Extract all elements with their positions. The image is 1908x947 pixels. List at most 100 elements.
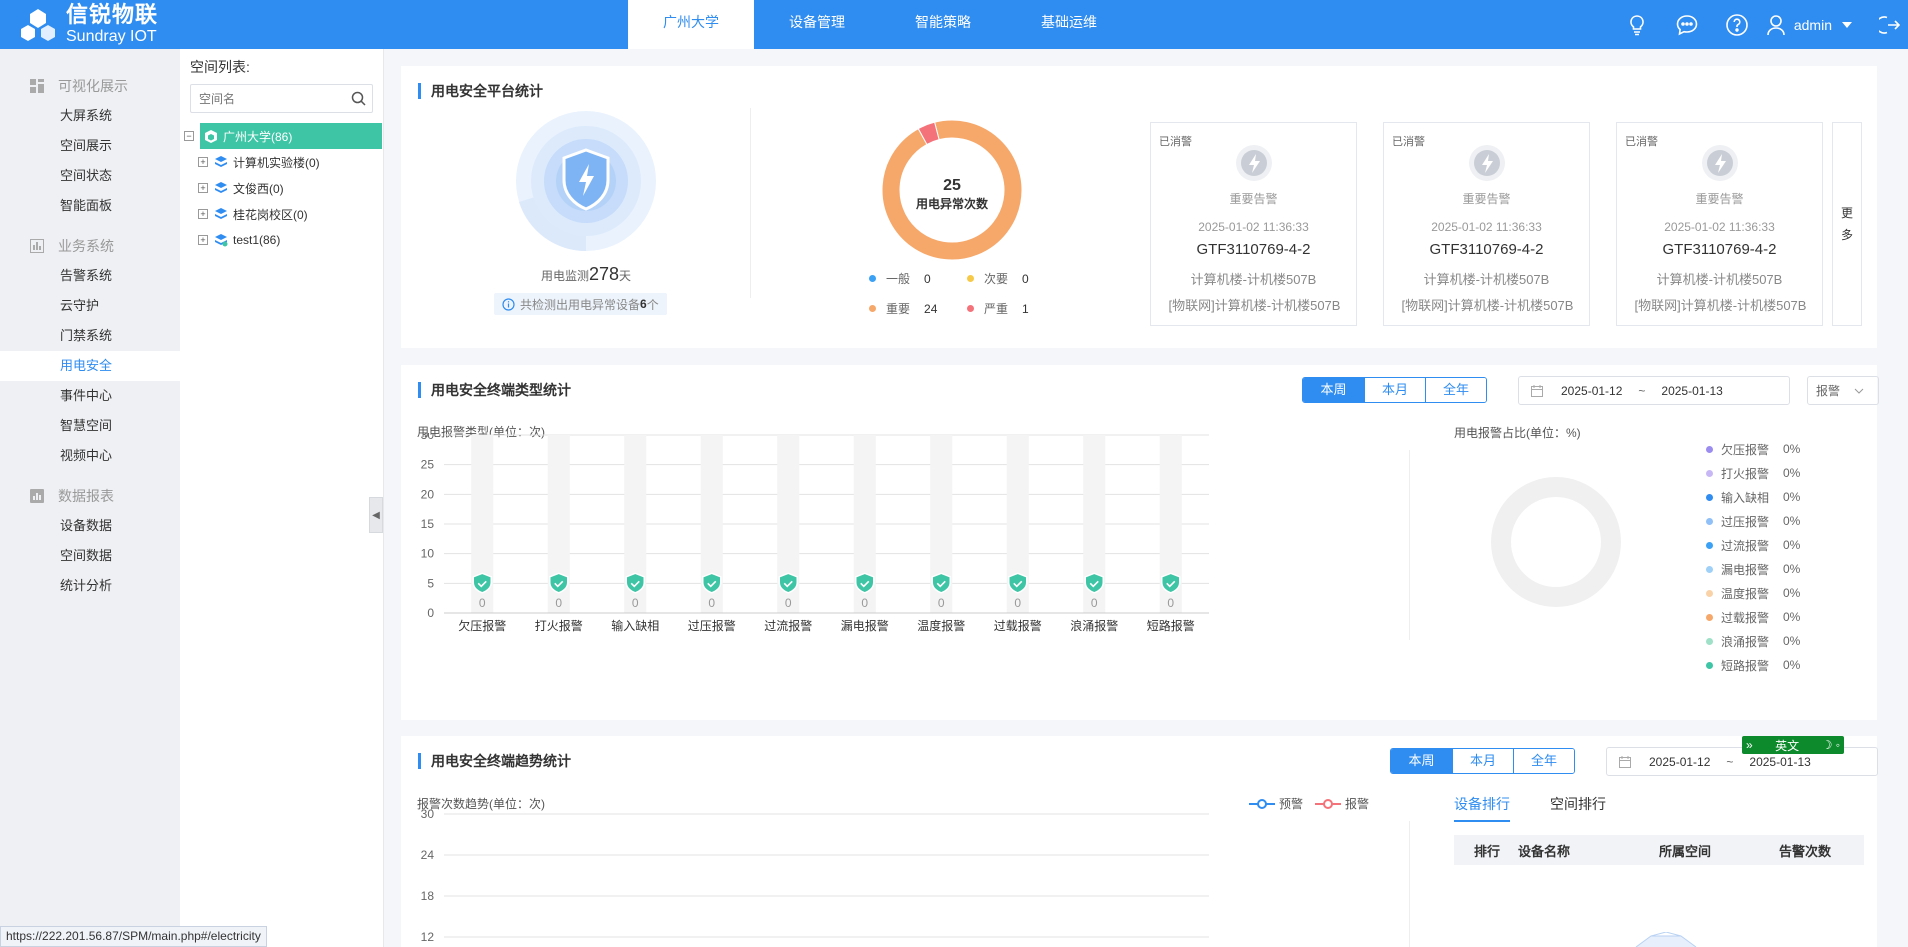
search-icon[interactable] [351, 91, 366, 106]
sidebar-item-smart-panel[interactable]: 智能面板 [0, 191, 180, 221]
alert-card[interactable]: 已消警 重要告警 2025-01-02 11:36:33 GTF3110769-… [1150, 122, 1357, 326]
sidebar-item-bigscreen[interactable]: 大屏系统 [0, 101, 180, 131]
brand-logo[interactable]: 信锐物联 Sundray IOT [18, 0, 158, 49]
pie-legend-item[interactable]: 欠压报警 0% [1706, 437, 1800, 461]
type-date-range[interactable]: 2025-01-12 ~ 2025-01-13 [1518, 376, 1790, 405]
tree-node-child[interactable]: + test1(86) [184, 227, 382, 253]
alert-network: [物联网]计算机楼-计机楼507B [1168, 298, 1341, 313]
legend-value: 0% [1783, 514, 1801, 528]
lightning-icon [1469, 145, 1505, 181]
more-char: 更 [1840, 206, 1853, 220]
bar-value-label: 0 [785, 596, 792, 610]
sidebar-item-stats-analysis[interactable]: 统计分析 [0, 571, 180, 601]
pie-legend-item[interactable]: 温度报警 0% [1706, 581, 1800, 605]
period-month-button[interactable]: 本月 [1452, 749, 1513, 773]
expand-icon[interactable]: + [198, 235, 208, 245]
x-tick-label: 打火报警 [535, 618, 583, 633]
help-icon[interactable] [1712, 0, 1762, 49]
legend-name: 打火报警 [1721, 466, 1770, 481]
user-menu[interactable]: admin [1766, 14, 1852, 36]
tree-node-child[interactable]: + 桂花岗校区(0) [184, 201, 382, 227]
alert-network: [物联网]计算机楼-计机楼507B [1634, 298, 1807, 313]
rank-table-header: 排行 设备名称 所属空间 告警次数 [1454, 835, 1864, 865]
sidebar-item-space-display[interactable]: 空间展示 [0, 131, 180, 161]
panel-collapse-button[interactable]: ◀ [369, 497, 383, 533]
sidebar-item-video[interactable]: 视频中心 [0, 441, 180, 471]
period-year-button[interactable]: 全年 [1425, 378, 1486, 402]
tree-node-child[interactable]: + 文俊西(0) [184, 175, 382, 201]
sidebar-item-cloud-guard[interactable]: 云守护 [0, 291, 180, 321]
pie-legend-item[interactable]: 过压报警 0% [1706, 509, 1800, 533]
collapse-icon[interactable]: − [184, 131, 194, 141]
pie-legend-item[interactable]: 输入缺相 0% [1706, 485, 1800, 509]
ime-indicator[interactable]: » 英文 ☽ ◦ [1742, 736, 1844, 754]
bar-value-label: 0 [555, 596, 562, 610]
sidebar-group-business[interactable]: 业务系统 [0, 231, 180, 261]
alarm-type-select[interactable]: 报警 [1807, 376, 1879, 405]
expand-icon[interactable]: + [198, 183, 208, 193]
pie-legend-item[interactable]: 短路报警 0% [1706, 653, 1800, 677]
legend-item-warning[interactable]: 预警 [1249, 795, 1303, 812]
sidebar-item-alarm[interactable]: 告警系统 [0, 261, 180, 291]
bulb-icon[interactable] [1612, 0, 1662, 49]
sidebar-item-smart-space[interactable]: 智慧空间 [0, 411, 180, 441]
chevron-down-icon [1854, 388, 1864, 394]
alarm-type-bar-chart: 0 5 10 15 20 25 30 0 欠压报警 0 打火报警 0 输入缺相 0 过压报警 0 过流报警 0 漏电… [421, 433, 1209, 633]
pie-legend-item[interactable]: 过载报警 0% [1706, 605, 1800, 629]
x-tick-label: 过流报警 [764, 618, 812, 633]
x-tick-label: 过压报警 [688, 618, 736, 633]
sidebar-item-event-center[interactable]: 事件中心 [0, 381, 180, 411]
sidebar-group-report[interactable]: 数据报表 [0, 481, 180, 511]
pie-legend-item[interactable]: 过流报警 0% [1706, 533, 1800, 557]
period-week-button[interactable]: 本周 [1391, 749, 1452, 773]
alert-level: 重要告警 [1695, 192, 1744, 206]
legend-dot [1706, 661, 1713, 669]
y-tick-label: 5 [427, 576, 434, 590]
logout-icon[interactable] [1872, 0, 1908, 49]
tab-device-rank[interactable]: 设备排行 [1454, 794, 1510, 822]
y-tick-label: 30 [421, 808, 435, 821]
sidebar-item-space-data[interactable]: 空间数据 [0, 541, 180, 571]
alert-card[interactable]: 已消警 重要告警 2025-01-02 11:36:33 GTF3110769-… [1616, 122, 1823, 326]
expand-icon[interactable]: + [198, 209, 208, 219]
alert-level: 重要告警 [1229, 192, 1278, 206]
nav-tab-ops[interactable]: 基础运维 [1006, 0, 1132, 49]
abnormal-device-notice: 共检测出用电异常设备 6 个 [494, 293, 667, 315]
tree-node-label: 计算机实验楼(0) [233, 155, 320, 170]
legend-name: 一般 [886, 272, 911, 286]
sidebar-group-label: 业务系统 [58, 238, 114, 254]
period-month-button[interactable]: 本月 [1364, 378, 1425, 402]
nav-tab-gzu[interactable]: 广州大学 [628, 0, 754, 49]
more-alerts-button[interactable]: 更 多 [1832, 122, 1862, 326]
sidebar-item-electric-safety[interactable]: 用电安全 [0, 351, 180, 381]
nav-tab-device[interactable]: 设备管理 [754, 0, 880, 49]
nav-tab-strategy[interactable]: 智能策略 [880, 0, 1006, 49]
period-week-button[interactable]: 本周 [1303, 378, 1364, 402]
legend-name: 温度报警 [1721, 586, 1770, 601]
trend-line-chart: 30 24 18 12 [421, 808, 1209, 944]
x-tick-label: 短路报警 [1147, 618, 1195, 633]
chat-icon[interactable] [1662, 0, 1712, 49]
pie-legend-item[interactable]: 漏电报警 0% [1706, 557, 1800, 581]
col-device-name: 设备名称 [1518, 843, 1571, 859]
period-year-button[interactable]: 全年 [1513, 749, 1574, 773]
expand-icon[interactable]: + [198, 157, 208, 167]
tab-space-rank[interactable]: 空间排行 [1550, 794, 1606, 822]
legend-value: 0% [1783, 466, 1801, 480]
sidebar-item-access[interactable]: 门禁系统 [0, 321, 180, 351]
monitor-shield-graphic [516, 111, 656, 252]
alert-card[interactable]: 已消警 重要告警 2025-01-02 11:36:33 GTF3110769-… [1383, 122, 1590, 326]
tree-node-root[interactable]: 广州大学(86) [200, 123, 382, 149]
pie-legend-item[interactable]: 浪涌报警 0% [1706, 629, 1800, 653]
sidebar-group-visual[interactable]: 可视化展示 [0, 71, 180, 101]
pie-legend-item[interactable]: 打火报警 0% [1706, 461, 1800, 485]
legend-dot [869, 305, 876, 312]
sidebar-item-device-data[interactable]: 设备数据 [0, 511, 180, 541]
legend-value: 0% [1783, 586, 1801, 600]
legend-item-alarm[interactable]: 报警 [1315, 795, 1369, 812]
space-search-input[interactable] [191, 85, 341, 112]
legend-value: 1 [1022, 301, 1029, 316]
sidebar-item-space-status[interactable]: 空间状态 [0, 161, 180, 191]
sidebar-group-label: 数据报表 [58, 488, 114, 504]
tree-node-child[interactable]: + 计算机实验楼(0) [184, 149, 382, 175]
